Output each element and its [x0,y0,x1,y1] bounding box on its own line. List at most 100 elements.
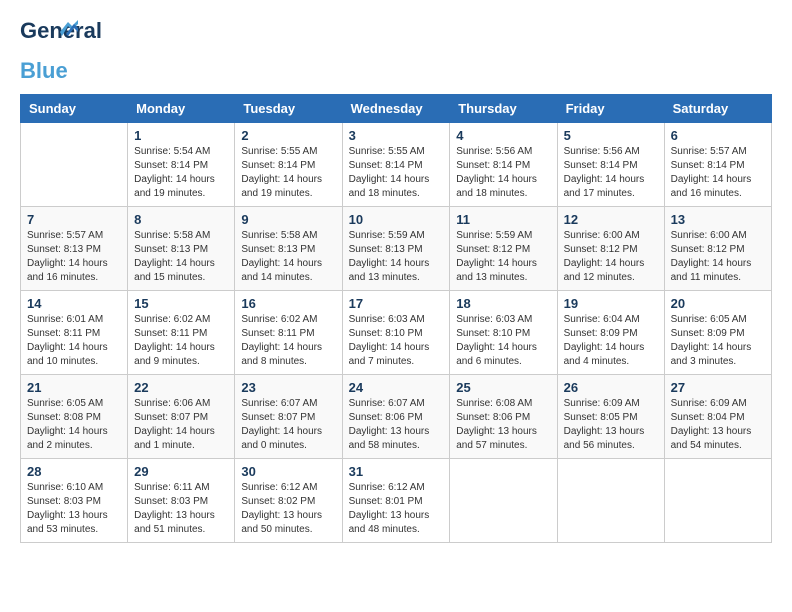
day-number: 30 [241,464,335,479]
calendar-cell: 10 Sunrise: 5:59 AMSunset: 8:13 PMDayligh… [342,207,450,291]
calendar-cell: 30 Sunrise: 6:12 AMSunset: 8:02 PMDayligh… [235,459,342,543]
logo-blue: Blue [20,58,68,84]
day-info: Sunrise: 6:03 AMSunset: 8:10 PMDaylight:… [456,313,550,369]
calendar-cell: 11 Sunrise: 5:59 AMSunset: 8:12 PMDayligh… [450,207,557,291]
calendar-header-row: SundayMondayTuesdayWednesdayThursdayFrid… [21,95,772,123]
day-number: 29 [134,464,228,479]
day-info: Sunrise: 5:54 AMSunset: 8:14 PMDaylight:… [134,145,228,201]
calendar-week-2: 7Sunrise: 5:57 AMSunset: 8:13 PMDaylight… [21,207,772,291]
weekday-header-tuesday: Tuesday [235,95,342,123]
calendar-cell: 15 Sunrise: 6:02 AMSunset: 8:11 PMDayligh… [128,291,235,375]
calendar-cell: 2 Sunrise: 5:55 AMSunset: 8:14 PMDaylight… [235,123,342,207]
calendar-cell: 28 Sunrise: 6:10 AMSunset: 8:03 PMDayligh… [21,459,128,543]
calendar-cell: 17 Sunrise: 6:03 AMSunset: 8:10 PMDayligh… [342,291,450,375]
day-number: 31 [349,464,444,479]
day-info: Sunrise: 6:12 AMSunset: 8:02 PMDaylight:… [241,481,335,537]
day-number: 2 [241,128,335,143]
day-info: Sunrise: 5:55 AMSunset: 8:14 PMDaylight:… [349,145,444,201]
day-info: Sunrise: 6:00 AMSunset: 8:12 PMDaylight:… [564,229,658,285]
day-number: 25 [456,380,550,395]
day-info: Sunrise: 5:57 AMSunset: 8:14 PMDaylight:… [671,145,765,201]
day-info: Sunrise: 6:09 AMSunset: 8:05 PMDaylight:… [564,397,658,453]
day-info: Sunrise: 6:12 AMSunset: 8:01 PMDaylight:… [349,481,444,537]
day-number: 14 [27,296,121,311]
day-number: 5 [564,128,658,143]
calendar-cell: 18 Sunrise: 6:03 AMSunset: 8:10 PMDayligh… [450,291,557,375]
weekday-header-wednesday: Wednesday [342,95,450,123]
calendar-cell: 25 Sunrise: 6:08 AMSunset: 8:06 PMDayligh… [450,375,557,459]
day-info: Sunrise: 5:56 AMSunset: 8:14 PMDaylight:… [564,145,658,201]
day-number: 19 [564,296,658,311]
calendar-cell: 3Sunrise: 5:55 AMSunset: 8:14 PMDaylight… [342,123,450,207]
day-number: 21 [27,380,121,395]
day-number: 7 [27,212,121,227]
calendar-cell: 14 Sunrise: 6:01 AMSunset: 8:11 PMDayligh… [21,291,128,375]
day-info: Sunrise: 5:56 AMSunset: 8:14 PMDaylight:… [456,145,550,201]
calendar-cell: 5 Sunrise: 5:56 AMSunset: 8:14 PMDaylight… [557,123,664,207]
day-number: 20 [671,296,765,311]
day-number: 22 [134,380,228,395]
calendar-cell [557,459,664,543]
day-number: 6 [671,128,765,143]
day-number: 13 [671,212,765,227]
calendar-week-4: 21 Sunrise: 6:05 AMSunset: 8:08 PMDayligh… [21,375,772,459]
day-number: 23 [241,380,335,395]
day-number: 26 [564,380,658,395]
calendar-week-1: 1Sunrise: 5:54 AMSunset: 8:14 PMDaylight… [21,123,772,207]
day-info: Sunrise: 6:06 AMSunset: 8:07 PMDaylight:… [134,397,228,453]
calendar-cell: 23Sunrise: 6:07 AMSunset: 8:07 PMDayligh… [235,375,342,459]
calendar-cell: 29 Sunrise: 6:11 AMSunset: 8:03 PMDayligh… [128,459,235,543]
calendar-cell: 13Sunrise: 6:00 AMSunset: 8:12 PMDayligh… [664,207,771,291]
day-number: 18 [456,296,550,311]
calendar-cell: 27 Sunrise: 6:09 AMSunset: 8:04 PMDayligh… [664,375,771,459]
day-number: 28 [27,464,121,479]
day-info: Sunrise: 6:02 AMSunset: 8:11 PMDaylight:… [134,313,228,369]
calendar-cell: 1Sunrise: 5:54 AMSunset: 8:14 PMDaylight… [128,123,235,207]
day-number: 10 [349,212,444,227]
day-info: Sunrise: 5:55 AMSunset: 8:14 PMDaylight:… [241,145,335,201]
day-number: 24 [349,380,444,395]
day-info: Sunrise: 6:10 AMSunset: 8:03 PMDaylight:… [27,481,121,537]
calendar-cell: 26 Sunrise: 6:09 AMSunset: 8:05 PMDayligh… [557,375,664,459]
calendar-cell: 31 Sunrise: 6:12 AMSunset: 8:01 PMDayligh… [342,459,450,543]
day-info: Sunrise: 5:59 AMSunset: 8:13 PMDaylight:… [349,229,444,285]
weekday-header-sunday: Sunday [21,95,128,123]
calendar-cell: 22 Sunrise: 6:06 AMSunset: 8:07 PMDayligh… [128,375,235,459]
day-number: 15 [134,296,228,311]
calendar-week-3: 14 Sunrise: 6:01 AMSunset: 8:11 PMDayligh… [21,291,772,375]
day-info: Sunrise: 6:03 AMSunset: 8:10 PMDaylight:… [349,313,444,369]
calendar-cell [21,123,128,207]
logo: General Blue [20,20,70,84]
day-info: Sunrise: 6:07 AMSunset: 8:06 PMDaylight:… [349,397,444,453]
calendar-cell: 16 Sunrise: 6:02 AMSunset: 8:11 PMDayligh… [235,291,342,375]
calendar-cell [450,459,557,543]
weekday-header-saturday: Saturday [664,95,771,123]
day-number: 17 [349,296,444,311]
day-number: 12 [564,212,658,227]
weekday-header-friday: Friday [557,95,664,123]
day-info: Sunrise: 6:05 AMSunset: 8:09 PMDaylight:… [671,313,765,369]
day-info: Sunrise: 6:02 AMSunset: 8:11 PMDaylight:… [241,313,335,369]
calendar-cell: 6 Sunrise: 5:57 AMSunset: 8:14 PMDaylight… [664,123,771,207]
page-header: General Blue [20,20,772,84]
day-info: Sunrise: 5:58 AMSunset: 8:13 PMDaylight:… [134,229,228,285]
day-info: Sunrise: 6:01 AMSunset: 8:11 PMDaylight:… [27,313,121,369]
day-info: Sunrise: 6:05 AMSunset: 8:08 PMDaylight:… [27,397,121,453]
day-number: 4 [456,128,550,143]
day-number: 27 [671,380,765,395]
day-number: 11 [456,212,550,227]
calendar-cell: 21 Sunrise: 6:05 AMSunset: 8:08 PMDayligh… [21,375,128,459]
weekday-header-thursday: Thursday [450,95,557,123]
day-number: 16 [241,296,335,311]
day-info: Sunrise: 6:09 AMSunset: 8:04 PMDaylight:… [671,397,765,453]
day-info: Sunrise: 6:08 AMSunset: 8:06 PMDaylight:… [456,397,550,453]
day-number: 8 [134,212,228,227]
calendar-cell [664,459,771,543]
day-number: 9 [241,212,335,227]
calendar-cell: 4 Sunrise: 5:56 AMSunset: 8:14 PMDaylight… [450,123,557,207]
calendar-cell: 12 Sunrise: 6:00 AMSunset: 8:12 PMDayligh… [557,207,664,291]
calendar-table: SundayMondayTuesdayWednesdayThursdayFrid… [20,94,772,543]
day-info: Sunrise: 6:11 AMSunset: 8:03 PMDaylight:… [134,481,228,537]
calendar-cell: 24 Sunrise: 6:07 AMSunset: 8:06 PMDayligh… [342,375,450,459]
day-info: Sunrise: 5:59 AMSunset: 8:12 PMDaylight:… [456,229,550,285]
